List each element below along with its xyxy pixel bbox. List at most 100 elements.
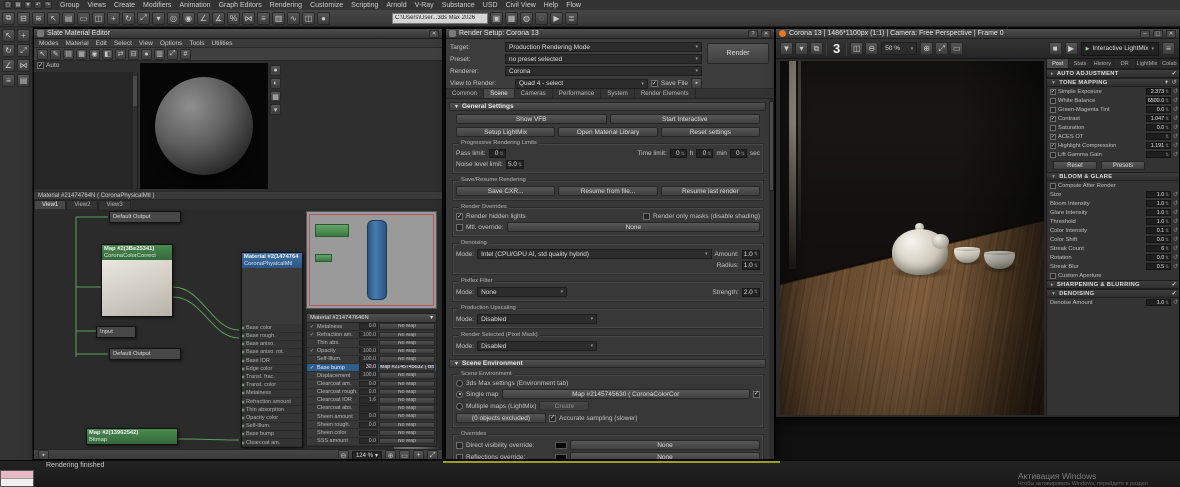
- upscaling-mode-dropdown[interactable]: Disabled ▾: [477, 314, 598, 324]
- zoom-extents-icon[interactable]: ⤢: [167, 48, 178, 60]
- parameter-value[interactable]: 100.0: [359, 356, 378, 363]
- section-sharpening-blurring[interactable]: ▸ SHARPENING & BLURRING ✓: [1047, 280, 1179, 289]
- start-interactive-button[interactable]: Start Interactive: [609, 114, 760, 124]
- vfb-tab[interactable]: LightMix: [1136, 59, 1159, 68]
- parameter-map-button[interactable]: No Map: [379, 437, 435, 445]
- slot-socket-icon[interactable]: [242, 399, 245, 404]
- parameter-value[interactable]: 0.0: [359, 413, 378, 420]
- curve-editor-icon[interactable]: ∿: [287, 11, 300, 25]
- save-image-icon[interactable]: ▼: [780, 42, 793, 55]
- direct-visibility-override-checkbox[interactable]: [456, 441, 463, 449]
- move-icon[interactable]: +: [17, 29, 30, 42]
- material-id-channel-icon[interactable]: #: [180, 48, 191, 60]
- reset-icon[interactable]: ↺: [1173, 142, 1178, 149]
- environment-map-enable-checkbox[interactable]: ✓: [753, 390, 760, 398]
- material-editor-menu-item[interactable]: Options: [160, 40, 182, 47]
- scene-explorer-icon[interactable]: ▥: [272, 11, 285, 25]
- parameter-map-button[interactable]: No Map: [379, 331, 435, 339]
- fit-view-icon[interactable]: ⤢: [935, 42, 949, 55]
- save-cxr-button[interactable]: Save CXR...: [456, 186, 556, 196]
- view-to-render-dropdown[interactable]: Quad 4 - select ▾: [515, 78, 648, 89]
- material-editor-titlebar[interactable]: Slate Material Editor ✕: [34, 29, 442, 39]
- render-setup-titlebar[interactable]: Render Setup: Corona 13 ? ✕: [446, 29, 774, 39]
- parameter-value[interactable]: [359, 429, 378, 437]
- node-material-preview[interactable]: [242, 268, 438, 449]
- zoom-in-icon[interactable]: ⊕: [385, 450, 396, 459]
- render-canvas[interactable]: [780, 61, 1044, 415]
- zoom-extents-icon[interactable]: ⤢: [427, 450, 438, 459]
- node-graph[interactable]: Default Output Map #2(3Be25341) CoronaCo…: [34, 209, 442, 449]
- view-tab[interactable]: View1: [34, 200, 67, 209]
- material-slot[interactable]: Base aniso. rot.: [242, 349, 302, 358]
- slot-socket-icon[interactable]: [242, 391, 245, 396]
- listener-macro-row[interactable]: [1, 471, 33, 479]
- rendered-frame-window-icon[interactable]: ▦: [505, 11, 518, 25]
- slot-socket-icon[interactable]: [242, 366, 245, 371]
- parameter-value[interactable]: 0.0: [359, 323, 378, 330]
- open-file-icon[interactable]: ▤: [14, 1, 22, 9]
- noise-level-limit-field[interactable]: 5.0: [505, 160, 525, 169]
- render-setup-scrollbar[interactable]: [769, 99, 774, 459]
- preview-sphere-icon[interactable]: ●: [141, 48, 152, 60]
- parameter-row[interactable]: Self-Illum. 100.0 No Map: [307, 355, 436, 364]
- render-setup-icon[interactable]: ▣: [490, 11, 503, 25]
- render-setup-tab[interactable]: Common: [446, 89, 485, 98]
- select-object-icon[interactable]: ↖: [47, 11, 60, 25]
- bloom-row-value[interactable]: 0.5: [1145, 263, 1171, 270]
- reflections-map-button[interactable]: None: [570, 452, 760, 459]
- view-tab[interactable]: View2: [66, 200, 99, 209]
- node-corona-color-correct[interactable]: Map #2(3Be25341) CoronaColorCorrect: [101, 244, 173, 318]
- material-slot[interactable]: Base IOR: [242, 357, 302, 366]
- tone-row-checkbox[interactable]: ✓: [1050, 88, 1056, 95]
- browser-scrollbar[interactable]: [133, 72, 137, 189]
- copy-image-icon[interactable]: ⧉: [810, 42, 823, 55]
- material-editor-menu-item[interactable]: Tools: [189, 40, 204, 47]
- parameter-map-button[interactable]: No Map: [379, 339, 435, 347]
- bloom-row-value[interactable]: 1.0: [1145, 191, 1171, 198]
- direct-visibility-color-swatch[interactable]: [555, 441, 567, 449]
- slot-socket-icon[interactable]: [242, 325, 245, 330]
- parameter-value[interactable]: 0.0: [359, 421, 378, 429]
- material-editor-icon[interactable]: ●: [317, 11, 330, 25]
- resume-from-file-button[interactable]: Resume from file...: [558, 186, 658, 196]
- tone-row-value[interactable]: 0.0: [1145, 124, 1171, 131]
- reset-icon[interactable]: ↺: [1173, 263, 1178, 270]
- render-production-icon[interactable]: ◍: [520, 11, 533, 25]
- parameter-checkbox[interactable]: ✓: [308, 365, 316, 371]
- reset-icon[interactable]: ↺: [1173, 236, 1178, 243]
- reset-icon[interactable]: ↺: [1173, 133, 1178, 140]
- material-slot[interactable]: Thin absorption: [242, 406, 302, 415]
- vfb-tab[interactable]: Post: [1047, 59, 1070, 68]
- listener-script-row[interactable]: [1, 479, 33, 486]
- vfb-menu-icon[interactable]: ≡: [1162, 42, 1175, 55]
- render-setup-tab[interactable]: Cameras: [514, 89, 553, 98]
- view-tab[interactable]: View3: [98, 200, 131, 209]
- time-limit-hours-field[interactable]: 0: [669, 149, 687, 158]
- parameter-value[interactable]: 0.0: [359, 380, 378, 388]
- reset-icon[interactable]: ↺: [1173, 254, 1178, 261]
- renderer-dropdown[interactable]: Corona ▾: [505, 66, 702, 76]
- parameter-checkbox[interactable]: ✓: [308, 324, 316, 330]
- align-icon[interactable]: ≡: [257, 11, 270, 25]
- show-vfb-button[interactable]: Show VFB: [456, 114, 607, 124]
- objects-excluded-button[interactable]: (0 objects excluded): [456, 413, 546, 423]
- rollout-scene-environment[interactable]: ▼ Scene Environment: [449, 359, 766, 368]
- parameter-map-button[interactable]: No Map: [379, 397, 435, 404]
- node-navigator[interactable]: [306, 211, 437, 309]
- section-denoising[interactable]: ▼ DENOISING ✓: [1047, 289, 1179, 298]
- bloom-row-value[interactable]: 1.0: [1145, 200, 1171, 207]
- denoise-amount-field[interactable]: 1.0: [741, 249, 760, 259]
- target-dropdown[interactable]: Production Rendering Mode ▾: [505, 42, 702, 52]
- reset-button[interactable]: Reset: [1053, 161, 1097, 170]
- parameter-row[interactable]: Sheen color No Map: [307, 429, 436, 438]
- menu-item[interactable]: Views: [87, 2, 106, 9]
- layout-all-icon[interactable]: ▥: [154, 48, 165, 60]
- slot-socket-icon[interactable]: [242, 415, 245, 420]
- vfb-tab[interactable]: Colab: [1159, 59, 1179, 68]
- parameter-map-button[interactable]: No Map: [379, 347, 435, 355]
- undo-icon[interactable]: ↶: [34, 1, 42, 9]
- bind-to-space-warp-icon[interactable]: ≋: [32, 11, 45, 25]
- select-icon[interactable]: ↖: [2, 29, 15, 42]
- time-limit-minutes-field[interactable]: 0: [696, 149, 714, 158]
- tone-row-checkbox[interactable]: ✓: [1050, 115, 1056, 122]
